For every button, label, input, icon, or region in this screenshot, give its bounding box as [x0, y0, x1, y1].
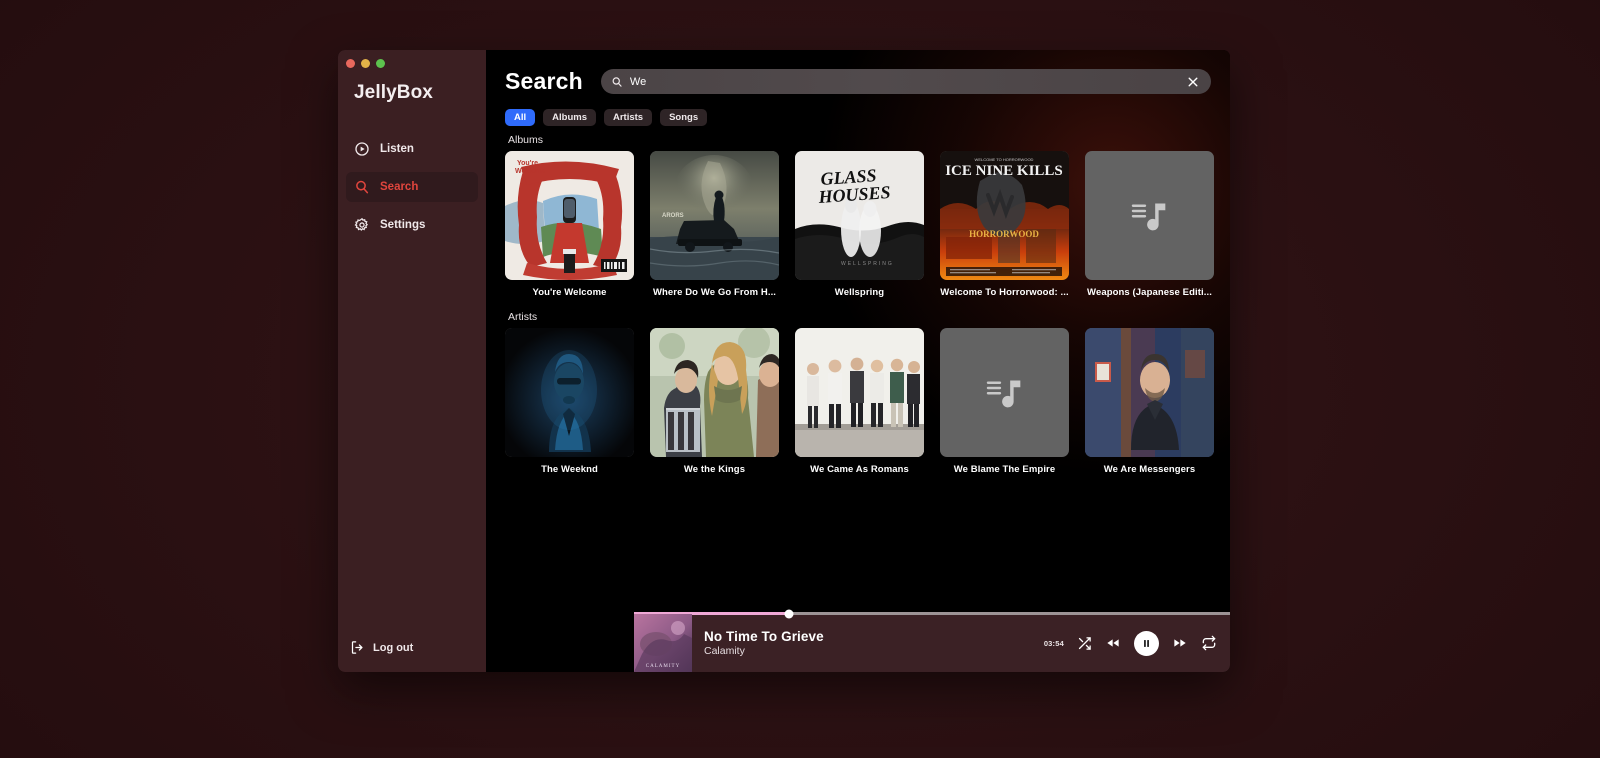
previous-track-icon[interactable]	[1105, 635, 1121, 651]
sidebar-item-settings[interactable]: Settings	[346, 210, 478, 240]
svg-text:You're: You're	[517, 160, 538, 167]
search-icon	[611, 76, 623, 88]
album-card[interactable]: You're Welcome You're Welcome	[505, 151, 634, 298]
sidebar-item-label: Search	[380, 181, 419, 193]
playback-time: 03:54	[1043, 638, 1064, 648]
section-header-artists: Artists	[508, 311, 538, 323]
svg-text:WELCOME TO HORRORWOOD: WELCOME TO HORRORWOOD	[975, 157, 1034, 162]
album-artwork: You're Welcome	[505, 151, 634, 280]
music-note-icon	[940, 328, 1069, 457]
search-header: Search	[505, 68, 1211, 95]
sidebar-item-label: Listen	[380, 143, 414, 155]
gear-icon	[354, 217, 370, 233]
player-controls: 03:54	[1043, 630, 1217, 656]
next-track-icon[interactable]	[1172, 635, 1188, 651]
desktop-background: JellyBox Listen Search Settings Log out …	[0, 0, 1600, 758]
now-playing-meta: No Time To Grieve Calamity	[704, 629, 824, 657]
pause-icon	[1144, 639, 1149, 647]
album-card[interactable]: Weapons (Japanese Editi...	[1085, 151, 1214, 298]
clear-search-icon[interactable]	[1185, 74, 1201, 90]
artist-artwork	[1085, 328, 1214, 457]
logout-label: Log out	[373, 641, 414, 654]
tab-songs[interactable]: Songs	[660, 109, 708, 126]
section-header-albums: Albums	[508, 134, 544, 146]
now-playing-subtitle: Calamity	[704, 645, 745, 657]
artist-name: We Are Messengers	[1103, 464, 1196, 475]
artist-card[interactable]: We the Kings	[650, 328, 779, 475]
close-window-button[interactable]	[346, 59, 355, 68]
shuffle-icon[interactable]	[1077, 636, 1092, 651]
album-title: Wellspring	[834, 287, 885, 298]
artists-grid: The Weeknd We the Kings We Came As Roman…	[505, 328, 1214, 475]
svg-text:WELLSPRING: WELLSPRING	[841, 261, 894, 267]
svg-text:CALAMITY: CALAMITY	[646, 664, 680, 669]
logout-button[interactable]: Log out	[338, 640, 486, 655]
play-pause-button[interactable]	[1134, 630, 1159, 656]
app-window: JellyBox Listen Search Settings Log out …	[338, 50, 1230, 672]
album-title: Weapons (Japanese Editi...	[1087, 287, 1212, 298]
album-artwork: ARORS	[650, 151, 779, 280]
filter-tabs: All Albums Artists Songs	[505, 109, 1211, 126]
artist-name: We Blame The Empire	[953, 464, 1056, 475]
album-card[interactable]: ICE NINE KILLS WELCOME TO HORRORWOOD HOR…	[940, 151, 1069, 298]
artist-name: The Weeknd	[541, 464, 598, 475]
svg-text:ARORS: ARORS	[662, 213, 684, 219]
app-brand-title: JellyBox	[354, 82, 433, 103]
album-title: You're Welcome	[532, 287, 607, 298]
sidebar-item-search[interactable]: Search	[346, 172, 478, 202]
sidebar-item-listen[interactable]: Listen	[346, 134, 478, 164]
svg-text:Welcome: Welcome	[515, 168, 546, 175]
artist-name: We Came As Romans	[810, 464, 909, 475]
player-bar: CALAMITY No Time To Grieve Calamity 03:5…	[634, 609, 1230, 672]
artist-card[interactable]: We Came As Romans	[795, 328, 924, 475]
minimize-window-button[interactable]	[361, 59, 370, 68]
album-title: Welcome To Horrorwood: ...	[940, 287, 1069, 298]
albums-grid: You're Welcome You're Welcome ARORS Wher…	[505, 151, 1214, 298]
search-icon	[354, 179, 370, 195]
progress-handle[interactable]	[784, 609, 794, 618]
artist-artwork-placeholder	[940, 328, 1069, 457]
artist-name: We the Kings	[683, 464, 746, 475]
search-bar[interactable]	[600, 69, 1211, 94]
now-playing-artwork: CALAMITY	[634, 614, 692, 672]
svg-text:ICE NINE KILLS: ICE NINE KILLS	[945, 163, 1063, 179]
album-artwork: ICE NINE KILLS WELCOME TO HORRORWOOD HOR…	[940, 151, 1069, 280]
artist-artwork	[650, 328, 779, 457]
album-artwork-placeholder	[1085, 151, 1214, 280]
artist-card[interactable]: The Weeknd	[505, 328, 634, 475]
svg-text:HORRORWOOD: HORRORWOOD	[969, 229, 1039, 239]
page-title: Search	[505, 68, 583, 94]
logout-icon	[350, 640, 365, 655]
window-traffic-lights	[338, 50, 486, 68]
sidebar-nav: Listen Search Settings	[338, 134, 486, 240]
album-card[interactable]: GLASS HOUSES WELLSPRING Wellspring	[795, 151, 924, 298]
now-playing-title: No Time To Grieve	[704, 629, 824, 644]
maximize-window-button[interactable]	[376, 59, 385, 68]
album-artwork: GLASS HOUSES WELLSPRING	[795, 151, 924, 280]
main-content: Search We All Albums Artists Songs Album…	[486, 50, 1230, 672]
tab-albums[interactable]: Albums	[543, 109, 596, 126]
play-circle-icon	[354, 141, 370, 157]
playback-progress-bar[interactable]	[634, 609, 1230, 618]
album-title: Where Do We Go From H...	[652, 287, 777, 298]
artist-artwork	[505, 328, 634, 457]
tab-all[interactable]: All	[505, 109, 536, 126]
tab-artists[interactable]: Artists	[603, 109, 653, 126]
artist-artwork	[795, 328, 924, 457]
repeat-icon[interactable]	[1201, 635, 1217, 651]
search-input[interactable]	[629, 75, 1178, 88]
album-card[interactable]: ARORS Where Do We Go From H...	[650, 151, 779, 298]
sidebar: JellyBox Listen Search Settings Log out	[338, 50, 486, 672]
artist-card[interactable]: We Blame The Empire	[940, 328, 1069, 475]
artist-card[interactable]: We Are Messengers	[1085, 328, 1214, 475]
music-note-icon	[1085, 151, 1214, 280]
sidebar-item-label: Settings	[380, 219, 426, 231]
